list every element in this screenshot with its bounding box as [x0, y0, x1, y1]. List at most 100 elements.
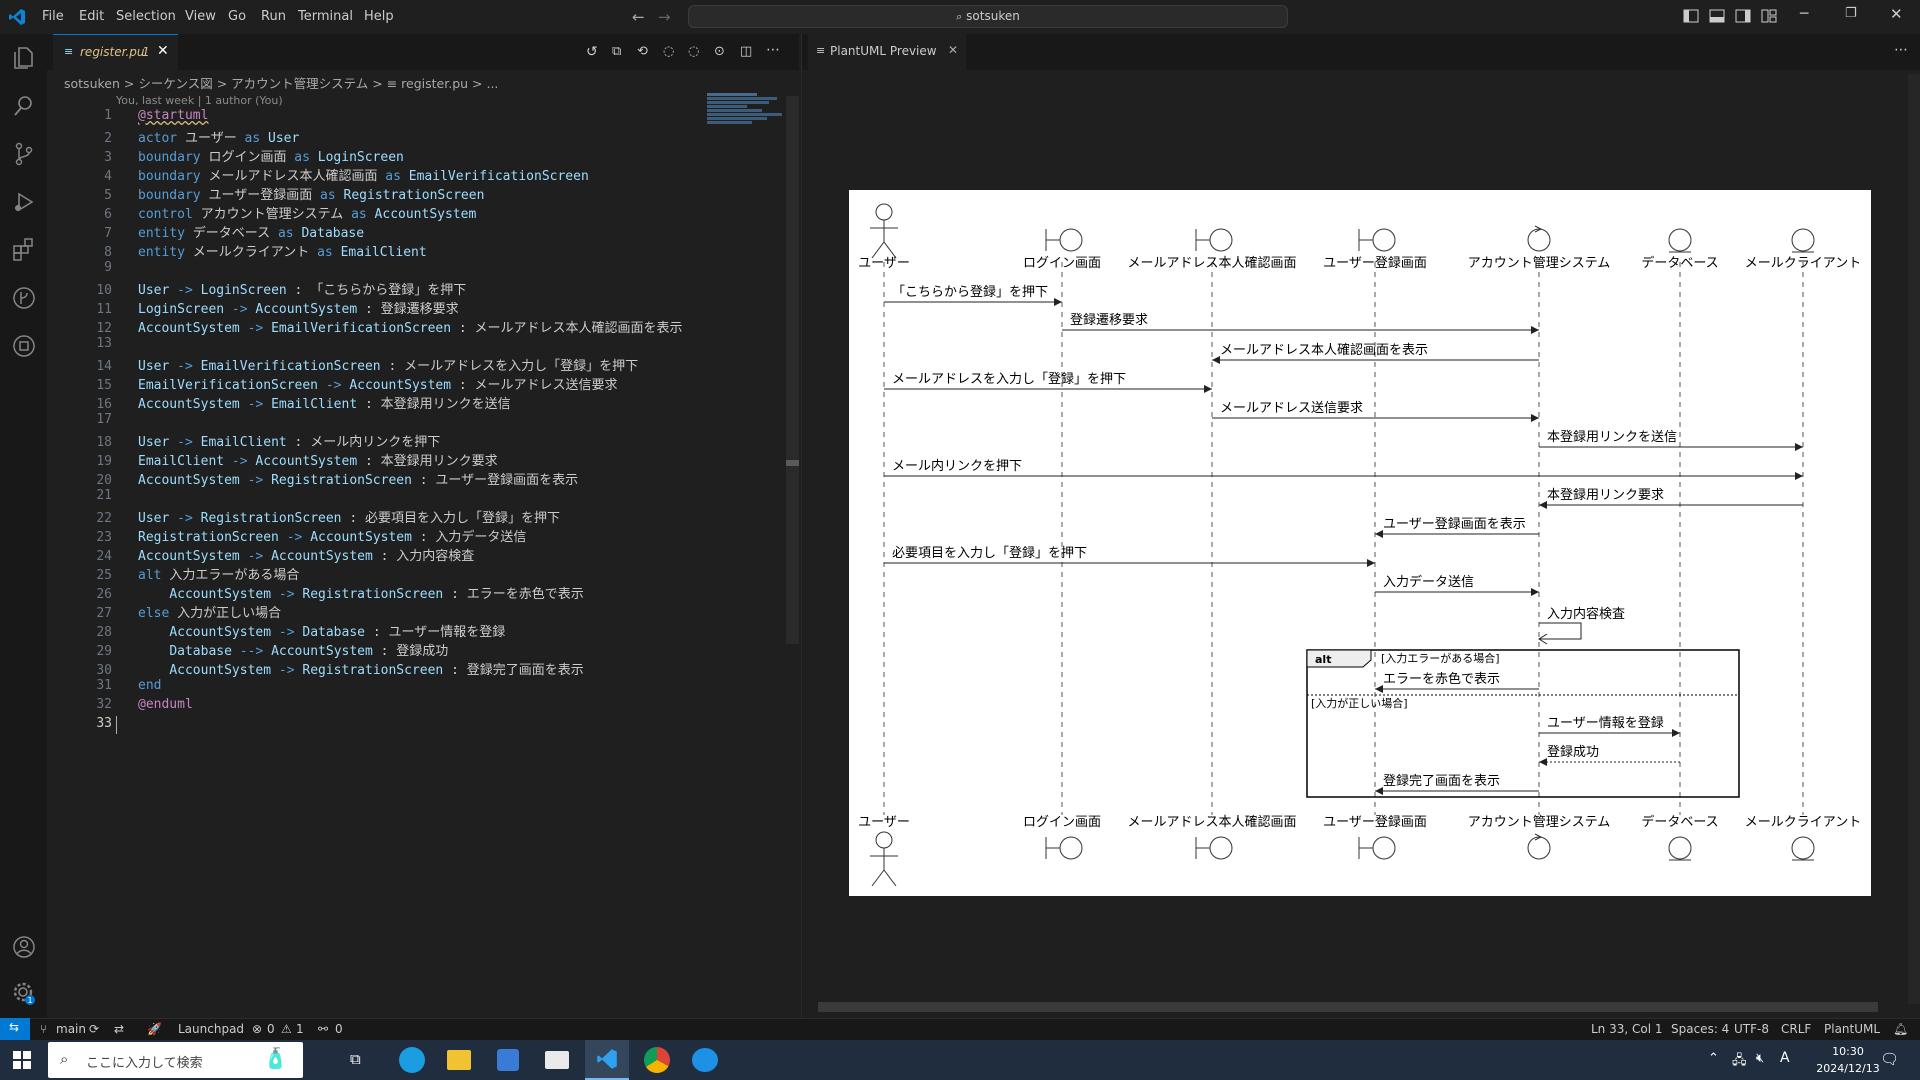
search-sidebar-icon[interactable] — [11, 93, 37, 119]
code-line[interactable]: 23 RegistrationScreen -> AccountSystem : … — [68, 526, 688, 545]
code-line[interactable]: 6 control アカウント管理システム as AccountSystem — [68, 203, 688, 222]
code-line[interactable]: 14 User -> EmailVerificationScreen : メールア… — [68, 355, 688, 374]
tray-chevron-icon[interactable]: ⌃ — [1708, 1051, 1719, 1066]
breadcrumb-item[interactable]: register.pu — [401, 76, 468, 91]
code-line[interactable]: 16 AccountSystem -> EmailClient : 本登録用リンク… — [68, 393, 688, 412]
revert-icon[interactable]: ⟲ — [637, 44, 648, 59]
more-actions-icon[interactable]: ⋯ — [766, 42, 780, 58]
customize-layout-icon[interactable] — [1761, 9, 1777, 23]
volume-muted-icon[interactable]: 🔇︎ — [1756, 1051, 1764, 1066]
git-status-icon[interactable]: ⇄ — [114, 1022, 124, 1036]
ports-count[interactable]: 0 — [335, 1022, 343, 1036]
code-line[interactable]: 10 User -> LoginScreen : 「こちらから登録」を押下 — [68, 279, 688, 298]
code-line[interactable]: 21 — [68, 488, 688, 507]
code-line[interactable]: 30 AccountSystem -> RegistrationScreen :… — [68, 659, 688, 678]
code-line[interactable]: 7 entity データベース as Database — [68, 222, 688, 241]
code-line[interactable]: 22 User -> RegistrationScreen : 必要項目を入力し「… — [68, 507, 688, 526]
code-line[interactable]: 20 AccountSystem -> RegistrationScreen : … — [68, 469, 688, 488]
menu-selection[interactable]: Selection — [116, 9, 176, 24]
toggle-panel-icon[interactable] — [1709, 9, 1725, 23]
docker-icon[interactable] — [692, 1048, 718, 1072]
chrome-icon[interactable] — [644, 1047, 670, 1073]
code-line[interactable]: 28 AccountSystem -> Database : ユーザー情報を登録 — [68, 621, 688, 640]
code-line[interactable]: 27 else 入力が正しい場合 — [68, 602, 688, 621]
code-line[interactable]: 15 EmailVerificationScreen -> AccountSyst… — [68, 374, 688, 393]
code-line[interactable]: 13 — [68, 336, 688, 355]
code-line[interactable]: 11 LoginScreen -> AccountSystem : 登録遷移要求 — [68, 298, 688, 317]
minimize-icon[interactable]: ─ — [1800, 6, 1808, 22]
preview-vertical-scrollbar[interactable] — [1908, 74, 1920, 1004]
code-line[interactable]: 33 — [68, 716, 688, 735]
toggle-secondary-sidebar-icon[interactable] — [1735, 9, 1751, 23]
taskbar-search-box[interactable]: ⌕ ここに入力して検索 🧴 — [48, 1042, 303, 1078]
code-line[interactable]: 12 AccountSystem -> EmailVerificationScre… — [68, 317, 688, 336]
file-explorer-icon[interactable] — [447, 1050, 471, 1070]
clock-time[interactable]: 10:30 — [1818, 1045, 1878, 1058]
command-center-search[interactable]: ⌕ sotsuken — [688, 5, 1288, 28]
breadcrumb-item[interactable]: ... — [486, 76, 498, 91]
editor-scrollbar[interactable] — [786, 96, 799, 644]
menu-run[interactable]: Run — [261, 9, 286, 24]
next-change-icon[interactable]: ◌ — [688, 44, 699, 59]
tab-plantuml-preview[interactable]: ≡ PlantUML Preview ✕ — [808, 34, 966, 70]
sync-icon[interactable]: ⟳ — [89, 1022, 99, 1036]
source-control-icon[interactable] — [11, 141, 37, 167]
encoding[interactable]: UTF-8 — [1734, 1022, 1769, 1036]
notification-center-icon[interactable]: 🗨︎ — [1880, 1050, 1899, 1068]
timeline-icon[interactable]: ⊙ — [714, 44, 725, 59]
code-line[interactable]: 25 alt 入力エラーがある場合 — [68, 564, 688, 583]
task-view-icon[interactable]: ⧉ — [350, 1050, 361, 1068]
toggle-primary-sidebar-icon[interactable] — [1683, 9, 1699, 23]
ime-indicator[interactable]: A — [1780, 1050, 1790, 1066]
more-actions-icon[interactable]: ⋯ — [1894, 42, 1908, 58]
notifications-bell-icon[interactable]: 🔔︎ — [1893, 1022, 1908, 1036]
remote-indicator[interactable]: ⇆ — [0, 1018, 30, 1041]
code-line[interactable]: 5 boundary ユーザー登録画面 as RegistrationScreen — [68, 184, 688, 203]
forward-arrow-icon[interactable]: → — [658, 8, 671, 26]
previous-change-icon[interactable]: ◌ — [663, 44, 674, 59]
minimap[interactable] — [707, 92, 787, 152]
windows-start-icon[interactable] — [13, 1051, 31, 1069]
code-line[interactable]: 19 EmailClient -> AccountSystem : 本登録用リンク… — [68, 450, 688, 469]
menu-view[interactable]: View — [185, 9, 216, 24]
accounts-icon[interactable] — [11, 934, 37, 960]
open-changes-icon[interactable]: ⧉ — [612, 44, 621, 59]
close-window-icon[interactable]: ✕ — [1890, 5, 1903, 23]
branch-name[interactable]: main — [56, 1022, 86, 1036]
vscode-taskbar-button[interactable] — [585, 1040, 629, 1080]
breadcrumb-item[interactable]: sotsuken — [64, 76, 120, 91]
vscode-logo-icon[interactable] — [8, 8, 26, 26]
preview-horizontal-scrollbar[interactable] — [818, 1002, 1878, 1012]
code-line[interactable]: 18 User -> EmailClient : メール内リンクを押下 — [68, 431, 688, 450]
close-tab-icon[interactable]: ✕ — [948, 43, 958, 57]
code-line[interactable]: 31 end — [68, 678, 688, 697]
error-count[interactable]: 0 — [267, 1022, 275, 1036]
indentation[interactable]: Spaces: 4 — [1671, 1022, 1729, 1036]
breadcrumb-item[interactable]: アカウント管理システム — [231, 76, 368, 91]
menu-file[interactable]: File — [42, 9, 64, 24]
breadcrumb-item[interactable]: シーケンス図 — [138, 76, 212, 91]
code-line[interactable]: 2 actor ユーザー as User — [68, 127, 688, 146]
line-ending[interactable]: CRLF — [1781, 1022, 1811, 1036]
history-icon[interactable]: ↺ — [586, 44, 598, 60]
close-tab-icon[interactable]: ✕ — [157, 43, 169, 59]
code-line[interactable]: 32 @enduml — [68, 697, 688, 716]
manage-gear-icon[interactable]: 1 — [11, 980, 37, 1006]
warning-count[interactable]: 1 — [296, 1022, 304, 1036]
menu-edit[interactable]: Edit — [79, 9, 104, 24]
git-graph-icon[interactable] — [11, 285, 37, 311]
explorer-icon[interactable] — [11, 45, 37, 71]
code-line[interactable]: 24 AccountSystem -> AccountSystem : 入力内容検… — [68, 545, 688, 564]
menu-terminal[interactable]: Terminal — [298, 9, 353, 24]
launchpad-label[interactable]: Launchpad — [178, 1022, 244, 1036]
run-debug-icon[interactable] — [11, 189, 37, 215]
code-line[interactable]: 29 Database --> AccountSystem : 登録成功 — [68, 640, 688, 659]
split-editor-icon[interactable]: ◫ — [740, 44, 752, 59]
language-mode[interactable]: PlantUML — [1824, 1022, 1880, 1036]
remote-explorer-icon[interactable] — [11, 333, 37, 359]
code-line[interactable]: 17 — [68, 412, 688, 431]
code-line[interactable]: 3 boundary ログイン画面 as LoginScreen — [68, 146, 688, 165]
mail-icon[interactable] — [545, 1051, 569, 1069]
back-arrow-icon[interactable]: ← — [632, 8, 645, 26]
edge-browser-icon[interactable] — [399, 1047, 425, 1073]
